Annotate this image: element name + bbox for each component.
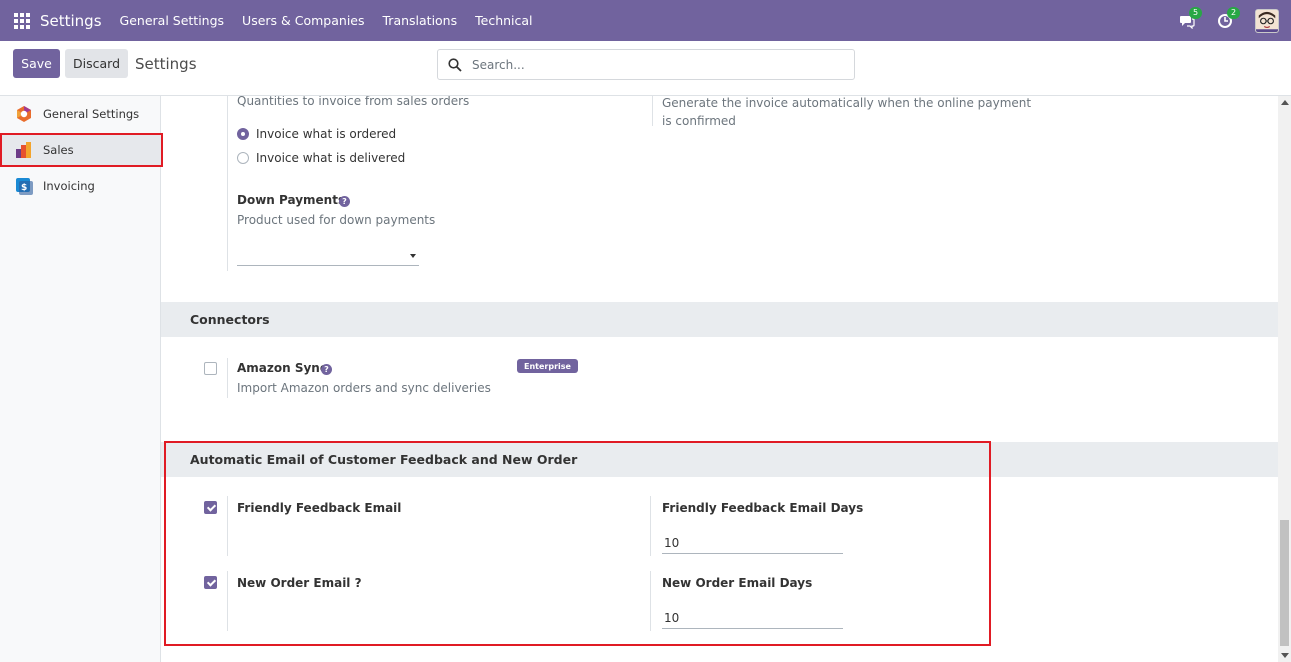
sales-highlight-box	[0, 133, 163, 167]
setting-divider	[227, 358, 228, 398]
messages-icon[interactable]: 5	[1179, 6, 1203, 29]
feedback-section-title: Automatic Email of Customer Feedback and…	[190, 452, 578, 467]
down-payments-product-select[interactable]	[237, 244, 419, 266]
setting-divider	[650, 571, 651, 631]
messages-count-badge: 5	[1189, 6, 1203, 19]
automatic-invoice-description: Generate the invoice automatically when …	[662, 96, 1032, 128]
scroll-thumb[interactable]	[1280, 520, 1289, 646]
friendly-feedback-checkbox[interactable]	[204, 501, 217, 514]
feedback-section-header: Automatic Email of Customer Feedback and…	[161, 442, 1278, 477]
content-scrollbar[interactable]	[1278, 96, 1291, 662]
search-icon	[448, 57, 462, 72]
activities-count-badge: 2	[1227, 6, 1241, 19]
setting-divider	[652, 96, 653, 126]
friendly-feedback-label: Friendly Feedback Email	[237, 501, 402, 515]
radio-invoice-delivered[interactable]	[237, 152, 249, 164]
page-title: Settings	[135, 55, 197, 73]
menu-technical[interactable]: Technical	[475, 13, 532, 28]
new-order-email-days-label: New Order Email Days	[662, 576, 813, 590]
setting-divider	[650, 496, 651, 556]
apps-menu-icon[interactable]	[14, 12, 30, 29]
down-payments-label: Down Payments	[237, 193, 346, 207]
radio-invoice-ordered-label[interactable]: Invoice what is ordered	[256, 127, 396, 141]
discard-button[interactable]: Discard	[65, 49, 128, 78]
activities-clock-icon[interactable]: 2	[1217, 6, 1241, 29]
settings-app-icon	[17, 106, 31, 122]
search-box[interactable]	[437, 49, 855, 80]
app-brand[interactable]: Settings	[40, 12, 102, 30]
amazon-sync-help-icon[interactable]: ?	[321, 364, 332, 375]
down-payments-description: Product used for down payments	[237, 213, 436, 227]
user-avatar[interactable]	[1255, 8, 1279, 33]
setting-divider	[227, 571, 228, 631]
scroll-down-arrow-icon[interactable]	[1281, 653, 1289, 658]
amazon-sync-label: Amazon Sync	[237, 361, 327, 375]
friendly-feedback-days-input[interactable]	[662, 532, 843, 554]
svg-text:$: $	[21, 183, 27, 193]
top-navbar: Settings General Settings Users & Compan…	[0, 0, 1291, 41]
new-order-email-days-input[interactable]	[662, 607, 843, 629]
search-input[interactable]	[472, 57, 832, 72]
sidebar-item-invoicing[interactable]: $ Invoicing	[0, 169, 161, 203]
connectors-section-header: Connectors	[161, 302, 1278, 337]
settings-content: Quantities to invoice from sales orders …	[161, 96, 1278, 662]
radio-invoice-delivered-label[interactable]: Invoice what is delivered	[256, 151, 405, 165]
setting-divider	[227, 96, 228, 271]
sidebar-item-general-settings[interactable]: General Settings	[0, 97, 161, 131]
invoicing-app-icon: $	[16, 178, 33, 195]
settings-sidebar: General Settings Sales $ Invoicing	[0, 96, 161, 662]
enterprise-badge: Enterprise	[517, 359, 578, 373]
control-panel: Save Discard Settings	[0, 41, 1291, 96]
new-order-email-checkbox[interactable]	[204, 576, 217, 589]
amazon-sync-checkbox[interactable]	[204, 362, 217, 375]
chevron-down-icon	[410, 254, 416, 258]
menu-general-settings[interactable]: General Settings	[120, 13, 225, 28]
scroll-up-arrow-icon[interactable]	[1281, 100, 1289, 105]
menu-users-companies[interactable]: Users & Companies	[242, 13, 364, 28]
sidebar-item-label: General Settings	[43, 107, 140, 121]
menu-translations[interactable]: Translations	[383, 13, 458, 28]
connectors-title: Connectors	[190, 312, 270, 327]
down-payments-help-icon[interactable]: ?	[339, 196, 350, 207]
radio-invoice-ordered[interactable]	[237, 128, 249, 140]
amazon-sync-description: Import Amazon orders and sync deliveries	[237, 381, 491, 395]
invoicing-policy-description: Quantities to invoice from sales orders	[237, 96, 470, 108]
sidebar-item-label: Invoicing	[43, 179, 95, 193]
friendly-feedback-days-label: Friendly Feedback Email Days	[662, 501, 864, 515]
save-button[interactable]: Save	[13, 49, 60, 78]
setting-divider	[227, 496, 228, 556]
new-order-email-label: New Order Email ?	[237, 576, 362, 590]
